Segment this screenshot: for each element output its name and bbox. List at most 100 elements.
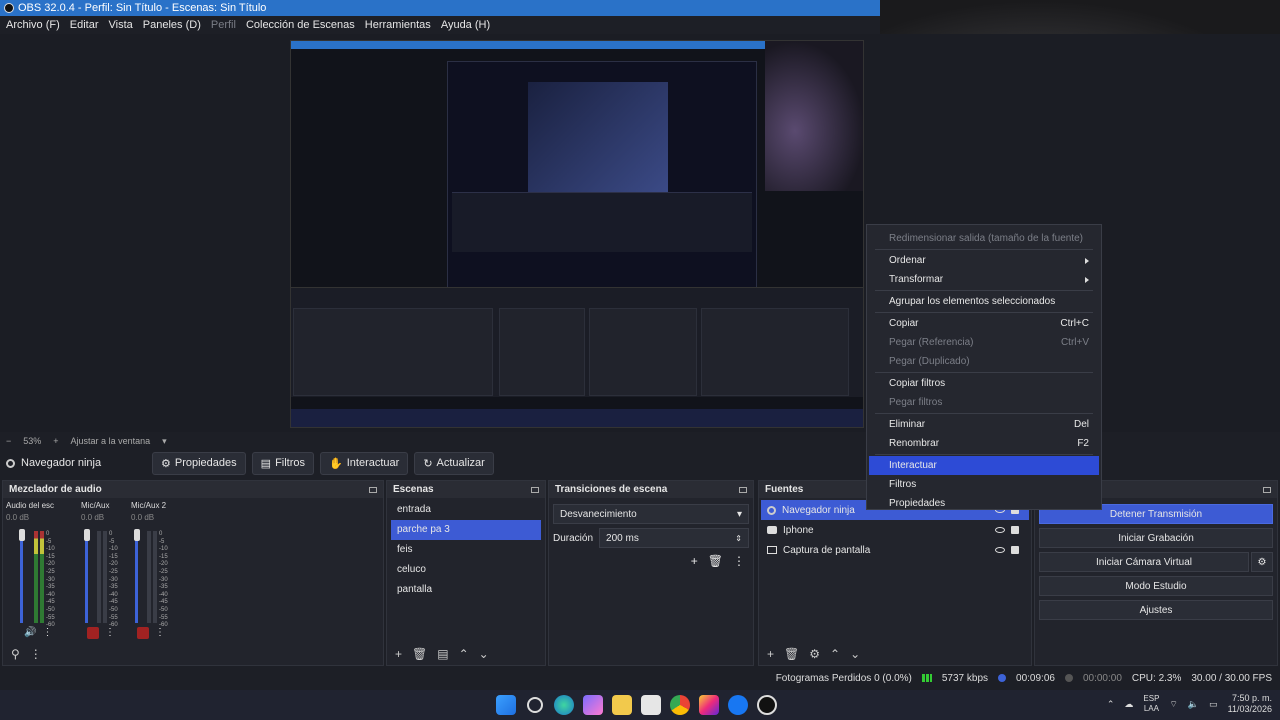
properties-button[interactable]: ⚙ Propiedades xyxy=(152,451,246,475)
facebook-icon[interactable] xyxy=(728,695,748,715)
zoom-in-button[interactable]: + xyxy=(53,436,58,446)
chrome-icon[interactable] xyxy=(670,695,690,715)
battery-icon[interactable]: ▭ xyxy=(1209,699,1218,710)
trash-icon[interactable]: 🗑 xyxy=(784,647,799,661)
ctx-paste-reference[interactable]: Pegar (Referencia) Ctrl+V xyxy=(867,333,1101,352)
preview-canvas[interactable] xyxy=(290,40,864,428)
filters-button[interactable]: ▤ Filtros xyxy=(251,451,315,475)
zoom-out-button[interactable]: − xyxy=(6,436,11,446)
more-icon[interactable]: ⋮ xyxy=(42,627,52,638)
scene-item[interactable]: entrada xyxy=(391,500,541,520)
undock-icon[interactable] xyxy=(531,486,539,493)
link-icon[interactable]: ⚲ xyxy=(11,647,20,661)
scene-item[interactable]: pantalla xyxy=(391,580,541,600)
more-icon[interactable]: ⋮ xyxy=(105,627,115,639)
windows-start-icon[interactable] xyxy=(496,695,516,715)
eye-icon[interactable] xyxy=(995,547,1005,553)
move-up-icon[interactable]: ⌃ xyxy=(830,647,840,661)
start-recording-button[interactable]: Iniciar Grabación xyxy=(1039,528,1273,548)
ctx-transform[interactable]: Transformar xyxy=(867,270,1101,289)
edge-browser-icon[interactable] xyxy=(554,695,574,715)
instagram-icon[interactable] xyxy=(699,695,719,715)
search-icon[interactable] xyxy=(527,697,543,713)
refresh-button[interactable]: ↻ Actualizar xyxy=(414,451,494,475)
scene-item[interactable]: celuco xyxy=(391,560,541,580)
eye-icon[interactable] xyxy=(995,527,1005,533)
more-icon[interactable]: ⋮ xyxy=(30,647,42,661)
lock-icon[interactable] xyxy=(1011,546,1019,554)
volume-fader[interactable] xyxy=(135,531,138,623)
store-icon[interactable] xyxy=(641,695,661,715)
file-explorer-icon[interactable] xyxy=(612,695,632,715)
fader-knob[interactable] xyxy=(84,529,90,541)
copilot-icon[interactable] xyxy=(583,695,603,715)
ctx-paste-filters[interactable]: Pegar filtros xyxy=(867,393,1101,412)
channel-db: 0.0 dB xyxy=(6,513,30,522)
more-icon[interactable]: ⋮ xyxy=(155,627,165,639)
lock-icon[interactable] xyxy=(1011,526,1019,534)
scene-item[interactable]: feis xyxy=(391,540,541,560)
fader-knob[interactable] xyxy=(19,529,25,541)
virtual-camera-button[interactable]: Iniciar Cámara Virtual xyxy=(1039,552,1249,572)
undock-icon[interactable] xyxy=(1263,486,1271,493)
scene-item-selected[interactable]: parche pa 3 xyxy=(391,520,541,540)
add-icon[interactable]: + xyxy=(691,554,698,568)
studio-mode-button[interactable]: Modo Estudio xyxy=(1039,576,1273,596)
volume-fader[interactable] xyxy=(85,531,88,623)
undock-icon[interactable] xyxy=(369,486,377,493)
menu-view[interactable]: Vista xyxy=(109,19,133,31)
muted-icon[interactable] xyxy=(87,627,99,639)
ctx-group[interactable]: Agrupar los elementos seleccionados xyxy=(867,292,1101,311)
transition-select[interactable]: Desvanecimiento ▾ xyxy=(553,504,749,524)
menu-file[interactable]: Archivo (F) xyxy=(6,19,60,31)
source-item[interactable]: Iphone xyxy=(761,520,1029,540)
onedrive-icon[interactable]: ☁ xyxy=(1124,699,1133,710)
channel-controls: 🔊 ⋮ xyxy=(24,627,52,638)
add-icon[interactable]: + xyxy=(767,647,774,661)
menu-docks[interactable]: Paneles (D) xyxy=(143,19,201,31)
clock[interactable]: 7:50 p. m. 11/03/2026 xyxy=(1228,693,1272,715)
interact-button[interactable]: ✋ Interactuar xyxy=(320,451,409,475)
more-icon[interactable]: ⋮ xyxy=(733,554,745,568)
menu-profile[interactable]: Perfil xyxy=(211,19,236,31)
fader-knob[interactable] xyxy=(134,529,140,541)
ctx-copy-filters[interactable]: Copiar filtros xyxy=(867,374,1101,393)
move-down-icon[interactable]: ⌄ xyxy=(479,647,489,661)
menu-scene-collection[interactable]: Colección de Escenas xyxy=(246,19,355,31)
menu-edit[interactable]: Editar xyxy=(70,19,99,31)
move-up-icon[interactable]: ⌃ xyxy=(459,647,469,661)
volume-fader[interactable] xyxy=(20,531,23,623)
ctx-resize-output[interactable]: Redimensionar salida (tamaño de la fuent… xyxy=(867,229,1101,248)
ctx-copy[interactable]: Copiar Ctrl+C xyxy=(867,314,1101,333)
menu-help[interactable]: Ayuda (H) xyxy=(441,19,490,31)
volume-icon[interactable]: 🔈 xyxy=(1188,699,1199,710)
muted-icon[interactable] xyxy=(137,627,149,639)
move-down-icon[interactable]: ⌄ xyxy=(850,647,860,661)
menu-tools[interactable]: Herramientas xyxy=(365,19,431,31)
filter-icon[interactable]: ▤ xyxy=(437,647,448,661)
ctx-remove[interactable]: Eliminar Del xyxy=(867,415,1101,434)
chevron-up-icon[interactable]: ⌃ xyxy=(1107,699,1115,710)
settings-button[interactable]: Ajustes xyxy=(1039,600,1273,620)
wifi-icon[interactable]: ⌔ xyxy=(1169,699,1177,710)
source-item[interactable]: Captura de pantalla xyxy=(761,540,1029,560)
chevron-down-icon[interactable]: ▾ xyxy=(162,436,167,447)
fit-window-dropdown[interactable]: Ajustar a la ventana xyxy=(71,436,151,446)
language-indicator[interactable]: ESP LAA xyxy=(1143,694,1159,714)
obs-icon[interactable] xyxy=(757,695,777,715)
ctx-rename[interactable]: Renombrar F2 xyxy=(867,434,1101,453)
chevron-down-icon: ▾ xyxy=(736,508,742,520)
trash-icon[interactable]: 🗑 xyxy=(412,647,427,661)
ctx-interact-highlighted[interactable]: Interactuar xyxy=(869,456,1099,475)
trash-icon[interactable]: 🗑 xyxy=(708,554,723,568)
gear-icon[interactable]: ⚙ xyxy=(809,647,820,661)
ctx-properties[interactable]: Propiedades xyxy=(867,494,1101,513)
duration-spinbox[interactable]: 200 ms ⇕ xyxy=(599,528,749,548)
ctx-order[interactable]: Ordenar xyxy=(867,251,1101,270)
speaker-icon[interactable]: 🔊 xyxy=(24,627,36,638)
add-icon[interactable]: + xyxy=(395,647,402,661)
undock-icon[interactable] xyxy=(739,486,747,493)
ctx-paste-duplicate[interactable]: Pegar (Duplicado) xyxy=(867,352,1101,371)
virtual-camera-settings-button[interactable]: ⚙ xyxy=(1251,552,1273,572)
ctx-filters[interactable]: Filtros xyxy=(867,475,1101,494)
